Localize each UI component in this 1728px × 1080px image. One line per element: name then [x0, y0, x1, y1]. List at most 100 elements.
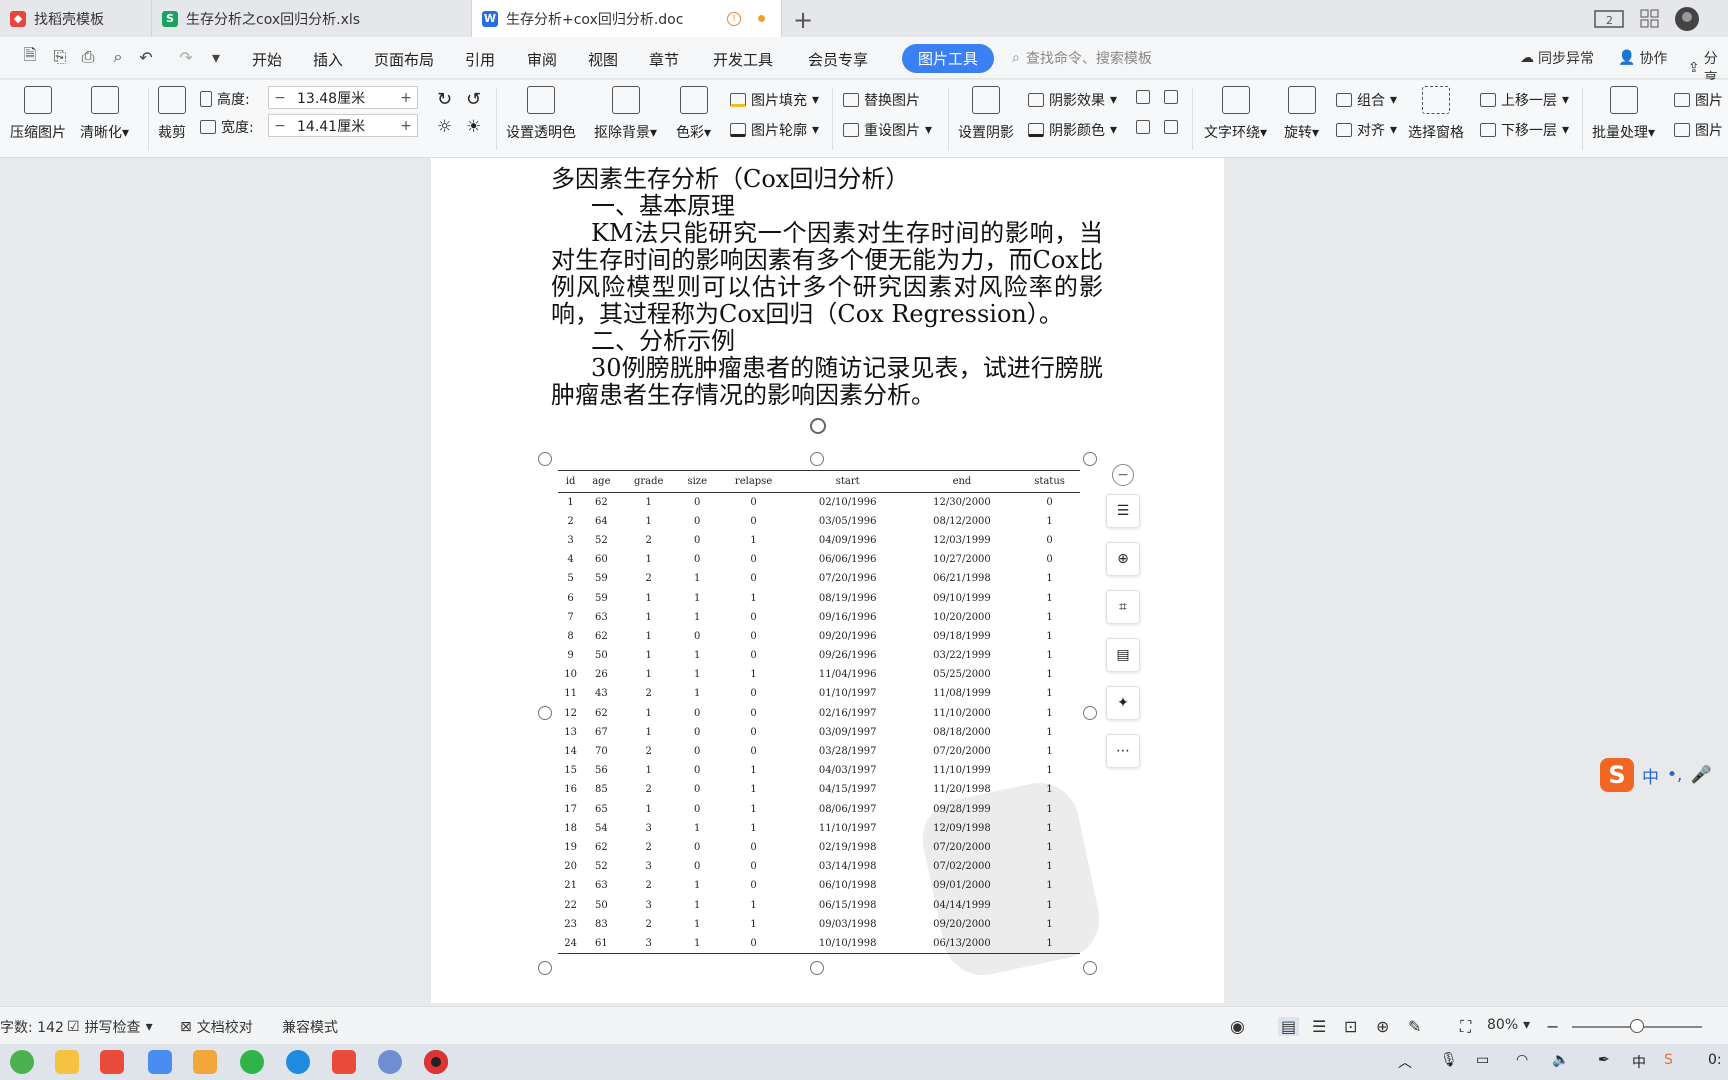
write-mode-icon[interactable]: ✎	[1408, 1017, 1421, 1036]
recorder-icon[interactable]	[424, 1050, 448, 1074]
set-transparent-button[interactable]: 设置透明色	[506, 86, 576, 142]
send-backward-button[interactable]: 下移一层 ▾	[1480, 120, 1569, 140]
document-body[interactable]: 多因素生存分析（Cox回归分析） 一、基本原理 KM法只能研究一个因素对生存时间…	[551, 166, 1103, 409]
width-value[interactable]: 14.41厘米	[291, 116, 395, 136]
mic-icon[interactable]: 🎤	[1690, 765, 1711, 785]
zoom-slider-knob[interactable]	[1630, 1019, 1644, 1033]
reset-picture-button[interactable]: 重设图片 ▾	[843, 120, 932, 140]
edge-browser-icon[interactable]	[286, 1050, 310, 1074]
layout-options-button[interactable]: ☰	[1106, 494, 1140, 528]
tray-input-lang-icon[interactable]: 中	[1632, 1052, 1646, 1072]
more-dropdown-icon[interactable]: ▾	[206, 47, 226, 67]
selected-table-image[interactable]: id age grade size relapse start end status 1 62 1…	[558, 470, 1080, 954]
rotate-handle-icon[interactable]	[810, 418, 826, 434]
spell-check-button[interactable]: ☑ 拼写检查 ▾	[67, 1017, 153, 1037]
decrease-height-button[interactable]: −	[269, 90, 291, 106]
tray-battery-icon[interactable]: ▭	[1476, 1052, 1489, 1068]
selection-pane-button[interactable]: 选择窗格	[1408, 86, 1464, 142]
calendar-app-icon[interactable]	[193, 1050, 217, 1074]
clarify-button[interactable]: 清晰化▾	[80, 86, 129, 142]
zoom-out-button[interactable]: −	[1546, 1017, 1559, 1036]
crop-side-button[interactable]: ⌗	[1106, 590, 1140, 624]
punctuation-icon[interactable]: •,	[1667, 765, 1682, 785]
menu-insert[interactable]: 插入	[313, 49, 343, 70]
batch-process-button[interactable]: 批量处理▾	[1592, 86, 1655, 142]
contrast-button[interactable]: ☀	[466, 117, 481, 137]
height-field[interactable]: − 13.48厘米 +	[268, 86, 418, 109]
tray-clock[interactable]: 0:	[1708, 1052, 1722, 1068]
print-preview-icon[interactable]: ⌕	[108, 47, 128, 67]
replace-picture-button[interactable]: 替换图片	[843, 90, 920, 110]
menu-page-layout[interactable]: 页面布局	[374, 49, 434, 70]
tray-sogou-icon[interactable]: S	[1664, 1052, 1673, 1068]
set-shadow-button[interactable]: 设置阴影	[958, 86, 1014, 142]
network-app-icon[interactable]	[378, 1050, 402, 1074]
shadow-left-button[interactable]	[1136, 120, 1150, 134]
height-value[interactable]: 13.48厘米	[291, 88, 395, 108]
tray-chevron-icon[interactable]: ︿	[1398, 1052, 1412, 1072]
collab-button[interactable]: 👤 协作	[1618, 48, 1667, 68]
doc-proofread-button[interactable]: ⊠ 文档校对	[180, 1017, 253, 1037]
picture-to-text-button[interactable]: ▤	[1106, 638, 1140, 672]
tab-picture-tools[interactable]: 图片工具	[902, 44, 995, 73]
increase-height-button[interactable]: +	[395, 90, 417, 106]
collapse-toolbar-button[interactable]: −	[1112, 464, 1134, 486]
rotate-right-button[interactable]: ↺	[466, 89, 481, 110]
shadow-down-button[interactable]	[1164, 90, 1178, 104]
brightness-button[interactable]: ☼	[437, 117, 452, 137]
resize-handle-right[interactable]	[1083, 706, 1097, 720]
tray-mic-icon[interactable]: 🎙	[1440, 1052, 1458, 1068]
zoom-in-picture-button[interactable]: ⊕	[1106, 542, 1140, 576]
bring-forward-button[interactable]: 上移一层 ▾	[1480, 90, 1569, 110]
reading-view-icon[interactable]: ⊡	[1344, 1017, 1357, 1036]
shadow-color-button[interactable]: 阴影颜色 ▾	[1028, 120, 1117, 140]
export-pdf-icon[interactable]: ⎘	[50, 47, 70, 67]
text-wrap-button[interactable]: 文字环绕▾	[1204, 86, 1267, 142]
menu-view[interactable]: 视图	[588, 49, 618, 70]
wps-office-icon[interactable]	[100, 1050, 124, 1074]
ime-lang-label[interactable]: 中	[1642, 763, 1659, 788]
align-button[interactable]: 对齐 ▾	[1336, 120, 1397, 140]
save-icon[interactable]: 🗎	[20, 45, 40, 67]
resize-handle-bottom-right[interactable]	[1083, 961, 1097, 975]
decrease-width-button[interactable]: −	[269, 118, 291, 134]
increase-width-button[interactable]: +	[395, 118, 417, 134]
menu-references[interactable]: 引用	[465, 49, 495, 70]
picture-fill-button[interactable]: 图片填充 ▾	[730, 90, 819, 110]
page-view-icon[interactable]: ▤	[1278, 1017, 1300, 1036]
resize-handle-top-left[interactable]	[538, 452, 552, 466]
remove-background-button[interactable]: 抠除背景▾	[594, 86, 657, 142]
outline-view-icon[interactable]: ☰	[1312, 1017, 1326, 1036]
menu-start[interactable]: 开始	[252, 49, 282, 70]
remove-bg-side-button[interactable]: ✦	[1106, 686, 1140, 720]
ime-toolbar[interactable]: S 中 •, 🎤	[1600, 758, 1712, 792]
resize-handle-bottom-left[interactable]	[538, 961, 552, 975]
notes-app-icon[interactable]	[148, 1050, 172, 1074]
compress-picture-button[interactable]: 压缩图片	[10, 86, 66, 142]
shadow-right-button[interactable]	[1164, 120, 1178, 134]
color-button[interactable]: 色彩▾	[676, 86, 711, 142]
tray-pen-icon[interactable]: ✒	[1598, 1052, 1610, 1068]
undo-icon[interactable]: ↶	[136, 47, 156, 67]
resize-handle-top-right[interactable]	[1083, 452, 1097, 466]
ie-browser-icon[interactable]	[10, 1050, 34, 1074]
word-count[interactable]: 字数: 142	[0, 1017, 64, 1037]
file-explorer-icon[interactable]	[55, 1050, 79, 1074]
add-tab-button[interactable]: +	[793, 6, 813, 34]
zoom-level-dropdown[interactable]: 80% ▾	[1487, 1017, 1530, 1033]
tray-volume-icon[interactable]: 🔈	[1552, 1052, 1569, 1068]
wechat-icon[interactable]	[240, 1050, 264, 1074]
sync-status-button[interactable]: ☁ 同步异常	[1520, 48, 1594, 68]
group-button[interactable]: 组合 ▾	[1336, 90, 1397, 110]
tab-xls[interactable]: S 生存分析之cox回归分析.xls !	[152, 0, 579, 37]
wps-writer-icon[interactable]	[332, 1050, 356, 1074]
command-search[interactable]: ⌕ 查找命令、搜索模板	[1012, 48, 1152, 68]
crop-button[interactable]: 裁剪	[158, 86, 186, 142]
resize-handle-top[interactable]	[810, 452, 824, 466]
menu-chapter[interactable]: 章节	[649, 49, 679, 70]
tray-wifi-icon[interactable]: ◠	[1516, 1052, 1528, 1068]
rotate-left-button[interactable]: ↻	[437, 89, 452, 110]
web-view-icon[interactable]: ⊕	[1376, 1017, 1389, 1036]
tab-daoke[interactable]: ◆ 找稻壳模板	[0, 0, 152, 37]
rotate-button[interactable]: 旋转▾	[1284, 86, 1319, 142]
